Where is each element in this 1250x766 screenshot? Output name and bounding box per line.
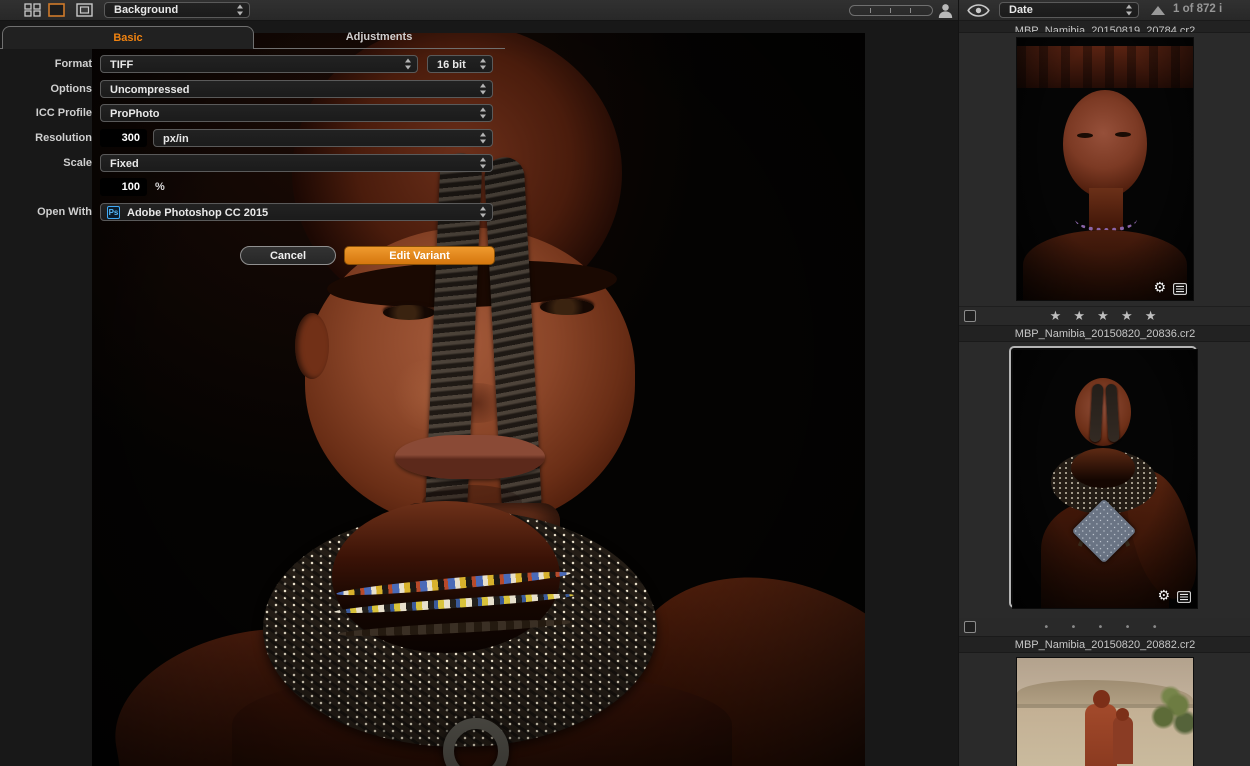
open-with-label: Open With bbox=[0, 203, 92, 221]
cancel-button[interactable]: Cancel bbox=[240, 246, 336, 265]
background-layer-select[interactable]: Background bbox=[104, 2, 250, 18]
sort-value: Date bbox=[1009, 4, 1033, 16]
capture-one-window: { "toolbar": { "background_select": "Bac… bbox=[0, 0, 1250, 766]
options-label: Options bbox=[0, 80, 92, 98]
chevron-updown-icon bbox=[405, 59, 412, 70]
eye-icon[interactable] bbox=[967, 4, 990, 17]
scale-percent-input[interactable]: 100 bbox=[100, 178, 147, 196]
sort-direction-icon[interactable] bbox=[1151, 6, 1165, 15]
chevron-updown-icon bbox=[237, 5, 244, 16]
open-with-select[interactable]: Ps Adobe Photoshop CC 2015 bbox=[100, 203, 493, 221]
grid-view-icon[interactable] bbox=[24, 3, 41, 17]
edit-variant-button[interactable]: Edit Variant bbox=[344, 246, 495, 265]
icc-profile-label: ICC Profile bbox=[0, 104, 92, 122]
resolution-unit-value: px/in bbox=[163, 133, 189, 145]
viewer-view-icon[interactable] bbox=[76, 3, 93, 17]
icc-profile-value: ProPhoto bbox=[110, 108, 160, 120]
star-rating[interactable]: ★ ★ ★ ★ ★ bbox=[959, 307, 1250, 326]
format-select[interactable]: TIFF bbox=[100, 55, 418, 73]
tab-adjustments[interactable]: Adjustments bbox=[254, 26, 504, 47]
open-with-value: Adobe Photoshop CC 2015 bbox=[127, 207, 268, 219]
thumb-filename: MBP_Namibia_20150820_20882.cr2 bbox=[959, 636, 1250, 653]
gear-icon[interactable]: ⚙ bbox=[1153, 282, 1166, 295]
background-layer-value: Background bbox=[114, 4, 178, 16]
options-select[interactable]: Uncompressed bbox=[100, 80, 493, 98]
browser-toolbar: Date 1 of 872 i bbox=[959, 0, 1250, 21]
format-label: Format bbox=[0, 55, 92, 73]
chevron-updown-icon bbox=[1126, 5, 1133, 16]
resolution-input[interactable]: 300 bbox=[100, 129, 147, 147]
options-value: Uncompressed bbox=[110, 84, 189, 96]
thumb-filename: MBP_Namibia_20150820_20836.cr2 bbox=[959, 325, 1250, 342]
thumbnail-1[interactable]: ⚙ bbox=[1017, 38, 1193, 300]
chevron-updown-icon bbox=[480, 108, 487, 119]
icc-profile-select[interactable]: ProPhoto bbox=[100, 104, 493, 122]
browser-view-icon[interactable] bbox=[48, 3, 65, 17]
scale-label: Scale bbox=[0, 154, 92, 172]
bit-depth-select[interactable]: 16 bit bbox=[427, 55, 493, 73]
bit-depth-value: 16 bit bbox=[437, 59, 466, 71]
select-checkbox[interactable] bbox=[964, 310, 976, 322]
format-value: TIFF bbox=[110, 59, 133, 71]
sort-select[interactable]: Date bbox=[999, 2, 1139, 18]
zoom-slider[interactable] bbox=[849, 5, 933, 16]
chevron-updown-icon bbox=[480, 158, 487, 169]
thumb-filename: MBP_Namibia_20150819_20784.cr2 bbox=[959, 20, 1250, 33]
chevron-updown-icon bbox=[480, 207, 487, 218]
chevron-updown-icon bbox=[480, 84, 487, 95]
user-icon[interactable] bbox=[938, 3, 953, 18]
gear-icon[interactable]: ⚙ bbox=[1157, 590, 1170, 603]
star-rating[interactable]: • • • • • bbox=[959, 618, 1250, 637]
tab-basic[interactable]: Basic bbox=[2, 26, 254, 49]
resolution-label: Resolution bbox=[0, 129, 92, 147]
chevron-updown-icon bbox=[480, 59, 487, 70]
select-checkbox[interactable] bbox=[964, 621, 976, 633]
rating-row: • • • • • bbox=[959, 618, 1250, 637]
chevron-updown-icon bbox=[480, 133, 487, 144]
thumbnail-2-selected[interactable]: ⚙ bbox=[1009, 346, 1197, 608]
metadata-list-icon[interactable] bbox=[1177, 591, 1191, 603]
resolution-unit-select[interactable]: px/in bbox=[153, 129, 493, 147]
dialog-tabbar: Basic Adjustments bbox=[0, 26, 505, 49]
percent-label: % bbox=[155, 178, 165, 196]
browser-sidebar: Date 1 of 872 i MBP_Namibia_20150819_207… bbox=[958, 0, 1250, 766]
rating-row: ★ ★ ★ ★ ★ bbox=[959, 306, 1250, 326]
image-count: 1 of 872 i bbox=[1173, 3, 1222, 15]
thumbnail-3[interactable] bbox=[1017, 658, 1193, 766]
scale-value: Fixed bbox=[110, 158, 139, 170]
photoshop-app-icon: Ps bbox=[107, 206, 120, 219]
scale-select[interactable]: Fixed bbox=[100, 154, 493, 172]
metadata-list-icon[interactable] bbox=[1173, 283, 1187, 295]
